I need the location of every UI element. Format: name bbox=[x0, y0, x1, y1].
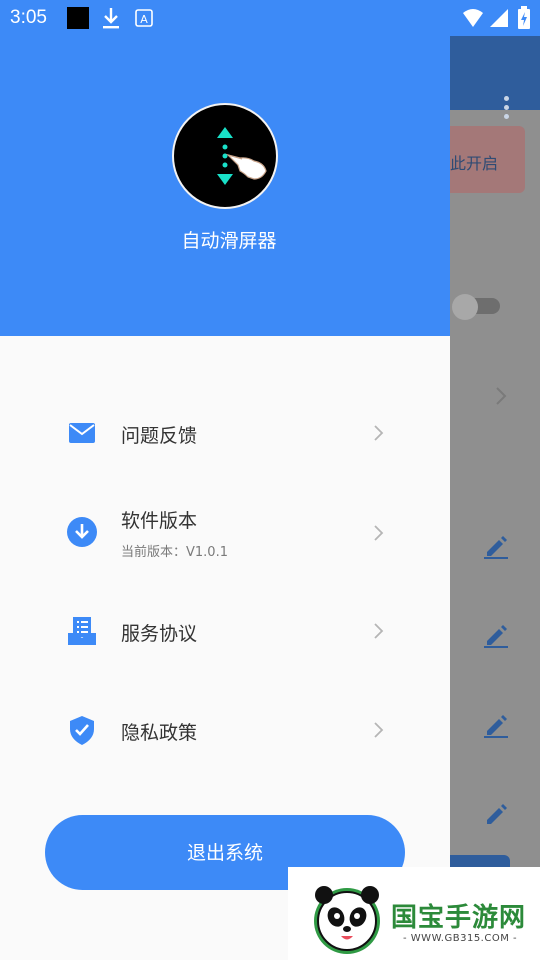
pencil-icon bbox=[487, 804, 507, 824]
panda-logo-icon bbox=[314, 886, 380, 954]
chevron-right-icon bbox=[496, 387, 507, 405]
signal-icon bbox=[490, 9, 508, 27]
status-time: 3:05 bbox=[10, 7, 47, 28]
agreement-icon bbox=[68, 617, 96, 645]
navigation-drawer: 自动滑屏器 问题反馈 软件版本 当前版本：V1.0.1 服务协议 隐私政策 退出… bbox=[0, 0, 450, 960]
drawer-header: 自动滑屏器 bbox=[0, 0, 450, 336]
swipe-gesture-icon bbox=[217, 127, 267, 185]
menu-item-service-agreement[interactable]: 服务协议 bbox=[0, 586, 450, 676]
svg-text:A: A bbox=[140, 13, 148, 26]
menu-item-privacy-policy[interactable]: 隐私政策 bbox=[0, 685, 450, 775]
chevron-right-icon bbox=[374, 722, 384, 738]
app-logo bbox=[172, 103, 278, 209]
wifi-icon bbox=[463, 9, 483, 27]
text-a-icon: A bbox=[135, 9, 153, 27]
menu-item-label: 软件版本 bbox=[121, 510, 198, 532]
mail-icon bbox=[69, 423, 95, 443]
watermark-title: 国宝手游网 bbox=[391, 903, 527, 933]
chevron-right-icon bbox=[374, 525, 384, 541]
battery-icon bbox=[518, 6, 530, 29]
background-card-text: 此开启 bbox=[450, 154, 499, 173]
menu-item-label: 问题反馈 bbox=[121, 425, 198, 447]
pencil-icon bbox=[484, 536, 508, 559]
watermark-url: - WWW.GB315.COM - bbox=[403, 933, 518, 944]
black-square-icon bbox=[67, 7, 89, 29]
download-icon bbox=[103, 8, 119, 29]
chevron-right-icon bbox=[374, 623, 384, 639]
pencil-icon bbox=[484, 715, 508, 738]
menu-item-feedback[interactable]: 问题反馈 bbox=[0, 388, 450, 478]
download-circle-icon bbox=[67, 517, 97, 547]
shield-check-icon bbox=[70, 716, 94, 745]
menu-item-label: 服务协议 bbox=[121, 623, 198, 645]
pencil-icon bbox=[484, 625, 508, 648]
menu-item-version[interactable]: 软件版本 当前版本：V1.0.1 bbox=[0, 488, 450, 578]
more-vert-icon bbox=[504, 96, 510, 124]
chevron-right-icon bbox=[374, 425, 384, 441]
toggle-switch bbox=[452, 294, 500, 320]
menu-item-label: 隐私政策 bbox=[121, 722, 198, 744]
app-name: 自动滑屏器 bbox=[181, 230, 277, 252]
version-text: 当前版本：V1.0.1 bbox=[121, 545, 228, 560]
watermark: 国宝手游网 - WWW.GB315.COM - bbox=[288, 867, 540, 960]
status-bar: 3:05 A bbox=[0, 0, 540, 36]
